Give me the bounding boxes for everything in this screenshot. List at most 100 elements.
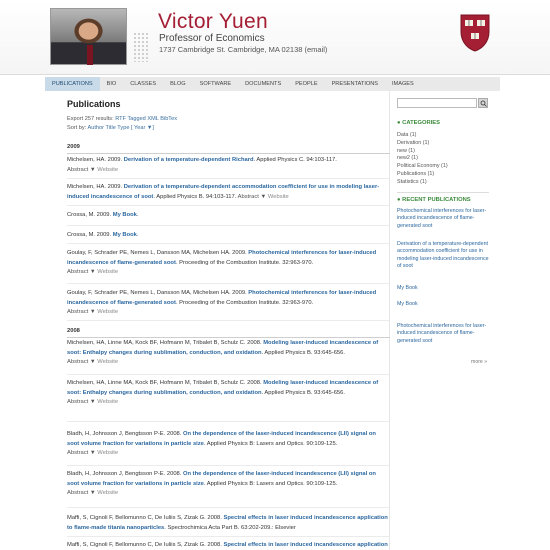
search-icon (480, 100, 487, 107)
website-link[interactable]: Website (97, 450, 118, 456)
tab-publications[interactable]: Publications (45, 77, 100, 91)
tab-documents[interactable]: Documents (238, 77, 288, 91)
publication-citation: . Applied Physics B. 94:103-117. (153, 193, 238, 200)
page: Victor Yuen Professor of Economics 1737 … (0, 0, 550, 550)
site-header: Victor Yuen Professor of Economics 1737 … (0, 0, 550, 75)
category-item[interactable]: Political Economy (1) (397, 163, 448, 171)
categories-heading: ● CATEGORIES (397, 120, 440, 126)
sort-type-link[interactable]: Type (117, 125, 129, 131)
category-item[interactable]: Data (1) (397, 132, 448, 140)
main-nav: Publications Bio Classes Blog Software Docume… (45, 77, 500, 91)
tab-bio[interactable]: Bio (100, 77, 124, 91)
harvard-shield-logo[interactable] (460, 14, 490, 52)
publication-entry: Michelsen, HA, Linne MA, Kock BF, Hofman… (67, 339, 389, 368)
abstract-toggle[interactable]: Abstract ▼ (67, 167, 96, 173)
divider (397, 192, 489, 193)
sort-author-link[interactable]: Author (88, 125, 104, 131)
publication-authors: Crossa, M. 2009. (67, 232, 113, 238)
export-xml-link[interactable]: XML (147, 116, 158, 122)
sidebar: ● CATEGORIES Data (1) Derivation (1) new (… (391, 91, 500, 550)
publication-title-link[interactable]: Derivation of a temperature-dependent Ri… (124, 157, 254, 163)
website-link[interactable]: Website (97, 269, 118, 275)
publication-entry: Bladh, H, Johnsson J, Bengtsson P-E. 200… (67, 430, 389, 459)
search-button[interactable] (478, 98, 488, 108)
tab-software[interactable]: Software (193, 77, 239, 91)
sort-label: Sort by: (67, 125, 87, 131)
category-item[interactable]: Derivation (1) (397, 140, 448, 148)
publication-entry: Bladh, H, Johnsson J, Bengtsson P-E. 200… (67, 470, 389, 499)
export-bibtex-link[interactable]: BibTex (160, 116, 177, 122)
tab-blog[interactable]: Blog (163, 77, 193, 91)
publication-citation: . Applied Physics B. 93:645-656. (261, 389, 345, 396)
website-link[interactable]: Website (268, 194, 289, 200)
publication-authors: Goulay, F, Schrader PE, Nemes L, Dansson… (67, 290, 249, 296)
export-tagged-link[interactable]: Tagged (127, 116, 145, 122)
publication-citation: . Proceeding of the Combustion Institute… (175, 299, 314, 306)
entry-divider (67, 320, 390, 321)
export-count: Export 257 results: (67, 116, 114, 122)
abstract-toggle[interactable]: Abstract ▼ (67, 399, 96, 405)
sort-title-link[interactable]: Title (105, 125, 115, 131)
publication-title-link[interactable]: My Book (113, 232, 137, 238)
abstract-toggle[interactable]: Abstract ▼ (67, 309, 96, 315)
more-link[interactable]: more » (471, 359, 487, 365)
bullet-icon: ● (397, 120, 401, 126)
publication-entry: Maffi, S, Cignoli F, Bellomunno C, De Iu… (67, 541, 389, 550)
publication-citation: . Proceeding of the Combustion Institute… (175, 259, 314, 266)
abstract-toggle[interactable]: Abstract ▼ (67, 269, 96, 275)
publication-entry: Crossa, M. 2009. My Book. (67, 211, 389, 221)
publication-entry: Goulay, F, Schrader PE, Nemes L, Dansson… (67, 249, 389, 278)
abstract-toggle[interactable]: Abstract ▼ (67, 359, 96, 365)
publication-citation: . Spectrochimica Acta Part B. 63:202-209… (164, 524, 296, 531)
export-rtf-link[interactable]: RTF (115, 116, 126, 122)
main-content: Publications Export 257 results: RTF Tag… (45, 91, 390, 550)
website-link[interactable]: Website (97, 167, 118, 173)
recent-publication-link[interactable]: My Book (397, 301, 489, 308)
recent-publication-link[interactable]: Photochemical interferences for laser-in… (397, 208, 489, 230)
recent-publication-link[interactable]: My Book (397, 285, 489, 292)
category-item[interactable]: new (1) (397, 148, 448, 156)
publication-authors: Michelsen, HA. 2009. (67, 184, 124, 190)
recent-heading-text: RECENT PUBLICATIONS (402, 197, 471, 203)
bullet-icon: ● (397, 197, 401, 203)
publication-title-link[interactable]: My Book (113, 212, 137, 218)
website-link[interactable]: Website (97, 399, 118, 405)
abstract-toggle[interactable]: Abstract ▼ (238, 194, 267, 200)
publication-authors: Maffi, S, Cignoli F, Bellomunno C, De Iu… (67, 542, 224, 548)
person-name[interactable]: Victor Yuen (158, 10, 268, 34)
website-link[interactable]: Website (97, 490, 118, 496)
publication-entry: Maffi, S, Cignoli F, Bellomunno C, De Iu… (67, 514, 389, 533)
publication-entry: Goulay, F, Schrader PE, Nemes L, Dansson… (67, 289, 389, 318)
abstract-toggle[interactable]: Abstract ▼ (67, 490, 96, 496)
entry-divider (67, 225, 390, 226)
entry-divider (67, 374, 390, 375)
website-link[interactable]: Website (97, 309, 118, 315)
category-item[interactable]: Statistics (1) (397, 179, 448, 187)
category-item[interactable]: new2 (1) (397, 155, 448, 163)
year-divider (67, 337, 390, 338)
publication-entry: Michelsen, HA, Linne MA, Kock BF, Hofman… (67, 379, 389, 408)
tab-presentations[interactable]: Presentations (325, 77, 385, 91)
tab-people[interactable]: People (288, 77, 324, 91)
website-link[interactable]: Website (97, 359, 118, 365)
tab-images[interactable]: Images (385, 77, 421, 91)
publication-authors: Bladh, H, Johnsson J, Bengtsson P-E. 200… (67, 471, 184, 477)
recent-publication-link[interactable]: Derivation of a temperature-dependent ac… (397, 241, 489, 270)
category-item[interactable]: Publications (1) (397, 171, 448, 179)
entry-divider (67, 178, 390, 179)
search-input[interactable] (397, 98, 477, 108)
sort-line: Sort by: Author Title Type [ Year ▼] (67, 125, 154, 131)
entry-divider (67, 421, 390, 422)
abstract-toggle[interactable]: Abstract ▼ (67, 450, 96, 456)
publication-authors: Crossa, M. 2009. (67, 212, 113, 218)
recent-publication-link[interactable]: Photochemical interferences for laser-in… (397, 323, 489, 345)
tab-classes[interactable]: Classes (123, 77, 163, 91)
entry-divider (67, 205, 390, 206)
publication-citation: . Applied Physics B. 93:645-656. (261, 349, 345, 356)
publication-authors: Maffi, S, Cignoli F, Bellomunno C, De Iu… (67, 515, 224, 521)
year-heading: 2008 (67, 328, 80, 334)
sort-year-link[interactable]: [ Year ▼] (131, 125, 154, 131)
publication-authors: Bladh, H, Johnsson J, Bengtsson P-E. 200… (67, 431, 184, 437)
publication-entry: Michelsen, HA. 2009. Derivation of a tem… (67, 156, 389, 175)
publication-entry: Michelsen, HA. 2009. Derivation of a tem… (67, 183, 389, 202)
